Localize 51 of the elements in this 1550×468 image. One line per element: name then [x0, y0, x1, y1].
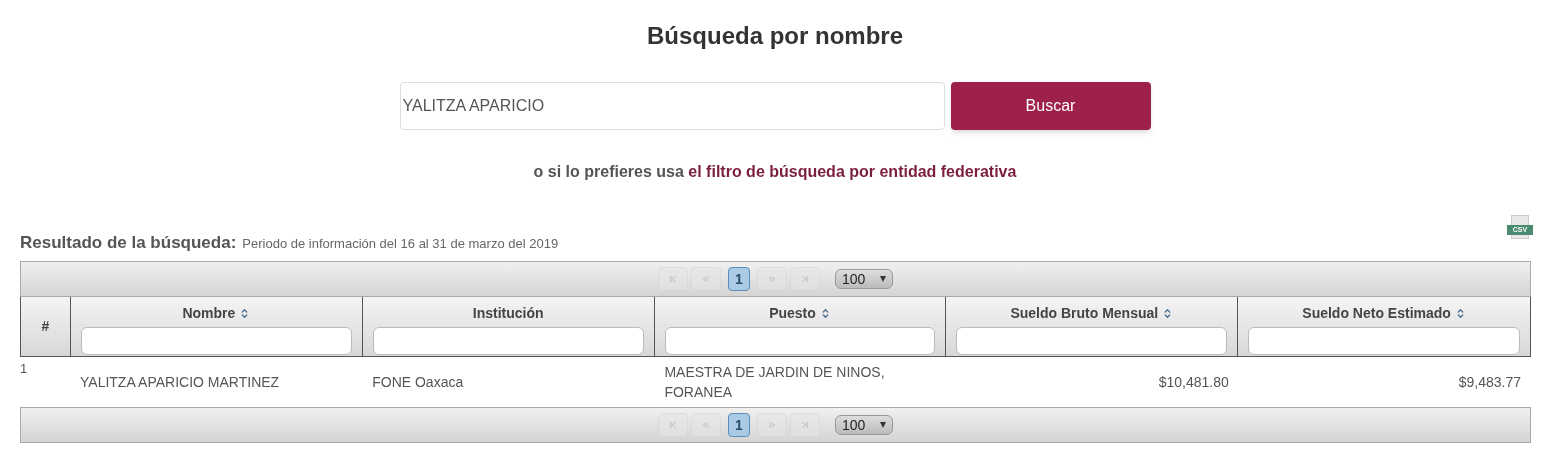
- table-cell-text: FONE Oaxaca: [371, 373, 465, 392]
- alternative-search-text: o si lo prefieres usa el filtro de búsqueda por entidad federativa: [532, 162, 1018, 182]
- search-button[interactable]: Buscar: [950, 82, 1151, 130]
- dropdown-caret-icon: [880, 422, 886, 428]
- double-chevron-left-icon: [701, 274, 711, 284]
- chevron-bar-right-icon: [800, 420, 810, 430]
- page-button[interactable]: 1: [728, 267, 750, 291]
- page-button[interactable]: 1: [728, 413, 750, 437]
- first-page-button[interactable]: [658, 267, 688, 291]
- double-chevron-right-icon: [767, 274, 777, 284]
- column-filter-field[interactable]: [81, 327, 352, 355]
- column-header[interactable]: Puesto: [654, 297, 947, 357]
- page-size-select[interactable]: 100: [835, 415, 893, 435]
- column-filter-field[interactable]: [664, 327, 936, 355]
- chevron-bar-left-icon: [668, 420, 678, 430]
- column-title: Institución: [472, 304, 544, 323]
- column-header[interactable]: Sueldo Neto Estimado: [1238, 297, 1530, 357]
- double-chevron-left-icon: [701, 420, 711, 430]
- table-cell-text: $9,483.77: [1457, 373, 1522, 392]
- chevron-bar-left-icon: [668, 274, 678, 284]
- column-header[interactable]: Institución: [362, 297, 655, 357]
- chevron-bar-right-icon: [800, 274, 810, 284]
- column-filter-field[interactable]: [372, 327, 644, 355]
- table-cell-text: $10,481.80: [1157, 373, 1230, 392]
- dropdown-caret-icon: [880, 276, 886, 282]
- previous-page-button[interactable]: [691, 267, 721, 291]
- page-title: Búsqueda por nombre: [646, 21, 904, 51]
- column-title: Sueldo Bruto Mensual: [1010, 304, 1159, 323]
- column-filter-field[interactable]: [1248, 327, 1520, 355]
- column-header[interactable]: Sueldo Bruto Mensual: [946, 297, 1239, 357]
- index-header: #: [21, 297, 71, 357]
- results-heading: Resultado de la búsqueda:: [20, 231, 237, 254]
- row-number: 1: [20, 360, 29, 378]
- column-title: Puesto: [769, 304, 816, 323]
- state-filter-link[interactable]: el filtro de búsqueda por entidad federativa: [688, 163, 1017, 180]
- table-cell-text: YALITZA APARICIO MARTINEZ: [79, 373, 281, 392]
- column-title: Nombre: [182, 304, 236, 323]
- page-size-select[interactable]: 100: [835, 269, 893, 289]
- double-chevron-right-icon: [767, 420, 777, 430]
- table-cell-text: MAESTRA DE JARDIN DE NINOS, FORANEA: [663, 363, 886, 402]
- first-page-button[interactable]: [658, 413, 688, 437]
- last-page-button[interactable]: [790, 413, 820, 437]
- column-header[interactable]: Nombre: [71, 297, 363, 357]
- next-page-button[interactable]: [757, 413, 787, 437]
- previous-page-button[interactable]: [691, 413, 721, 437]
- search-field[interactable]: YALITZA APARICIO: [399, 82, 945, 130]
- next-page-button[interactable]: [757, 267, 787, 291]
- period-text: Periodo de información del 16 al 31 de marzo del 2019: [242, 234, 559, 253]
- column-title: Sueldo Neto Estimado: [1302, 304, 1451, 323]
- column-filter-field[interactable]: [956, 327, 1228, 355]
- last-page-button[interactable]: [790, 267, 820, 291]
